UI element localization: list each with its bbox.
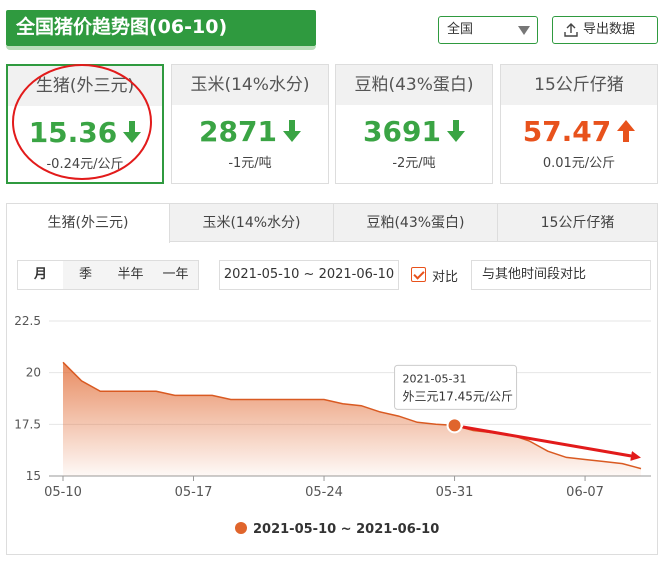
- page-title: 全国猪价趋势图(06-10): [6, 10, 316, 50]
- card-label: 15公斤仔猪: [501, 65, 657, 105]
- card-value: 57.47: [522, 115, 612, 148]
- card-value: 3691: [363, 115, 441, 148]
- export-data-button[interactable]: 导出数据: [552, 16, 658, 44]
- annotation-circle: [12, 64, 152, 180]
- series-area: [63, 362, 641, 476]
- chart-panel: 生猪(外三元) 玉米(14%水分) 豆粕(43%蛋白) 15公斤仔猪 月 季 半…: [6, 203, 658, 555]
- x-tick-label: 06-07: [566, 485, 604, 500]
- upload-icon: [564, 23, 578, 37]
- tooltip-date: 2021-05-31: [403, 372, 467, 385]
- x-tick-label: 05-10: [44, 485, 82, 500]
- y-tick-label: 15: [26, 469, 41, 483]
- chart-tooltip: 2021-05-31 外三元17.45元/公斤: [394, 364, 518, 410]
- price-chart: 15 17.5 20 22.5 05-10 05-17 05-24 05-31 06-07 2…: [14, 314, 651, 500]
- card-change: 0.01元/公斤: [542, 156, 616, 171]
- card-soymeal[interactable]: 豆粕(43%蛋白) 3691 -2元/吨: [335, 64, 493, 184]
- legend-label: 2021-05-10 ~ 2021-06-10: [253, 522, 440, 537]
- card-value: 2871: [199, 115, 277, 148]
- region-select[interactable]: 全国: [438, 16, 538, 44]
- y-tick-label: 22.5: [14, 314, 41, 328]
- x-tick-label: 05-24: [305, 485, 343, 500]
- chart-legend[interactable]: 2021-05-10 ~ 2021-06-10: [235, 522, 439, 537]
- legend-dot: [235, 522, 247, 534]
- y-tick-label: 20: [26, 366, 41, 380]
- region-select-value: 全国: [447, 22, 474, 37]
- data-point-marker[interactable]: [446, 417, 463, 434]
- arrow-down-icon: [446, 116, 465, 150]
- chevron-down-icon: [518, 26, 530, 35]
- card-piglet[interactable]: 15公斤仔猪 57.47 0.01元/公斤: [500, 64, 658, 184]
- card-label: 豆粕(43%蛋白): [336, 65, 492, 105]
- arrow-up-icon: [617, 116, 636, 150]
- tooltip-value: 外三元17.45元/公斤: [403, 389, 513, 403]
- card-corn[interactable]: 玉米(14%水分) 2871 -1元/吨: [171, 64, 329, 184]
- card-change: -1元/吨: [228, 156, 272, 171]
- y-tick-label: 17.5: [14, 417, 41, 431]
- x-tick-label: 05-31: [436, 485, 474, 500]
- arrow-down-icon: [282, 116, 301, 150]
- card-label: 玉米(14%水分): [172, 65, 328, 105]
- x-tick-label: 05-17: [175, 485, 213, 500]
- card-change: -2元/吨: [392, 156, 436, 171]
- export-label: 导出数据: [583, 22, 636, 37]
